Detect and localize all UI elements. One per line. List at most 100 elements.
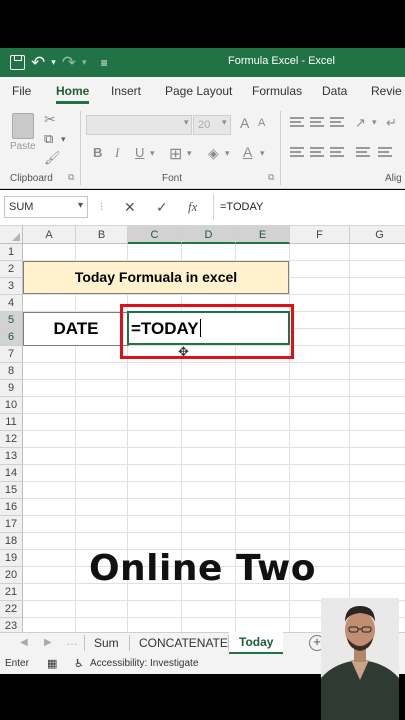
align-top-icon[interactable] (290, 117, 304, 127)
format-painter-icon[interactable]: 🖌 (44, 150, 61, 166)
enter-formula-icon[interactable]: ✓ (156, 199, 168, 216)
macro-record-icon[interactable]: ▦ (47, 657, 57, 670)
bold-button[interactable]: B (93, 145, 102, 160)
font-name-dropdown-icon[interactable]: ▾ (184, 117, 189, 128)
row-header[interactable]: 22 (0, 601, 23, 618)
date-label-cell[interactable]: DATE (23, 312, 129, 346)
row-header[interactable]: 10 (0, 397, 23, 414)
row-header[interactable]: 9 (0, 380, 23, 397)
font-group-label: Font (162, 173, 183, 184)
redo-icon[interactable]: ↷ (62, 53, 76, 73)
font-color-icon[interactable]: A (243, 144, 252, 160)
fill-color-dropdown-icon[interactable]: ▾ (225, 148, 230, 159)
title-cell[interactable]: Today Formuala in excel (23, 261, 289, 294)
column-header-b[interactable]: B (76, 226, 128, 244)
quick-access-toolbar: ↶ ▾ ↷ ▾ ≡ (0, 53, 108, 73)
formula-input[interactable]: =TODAY (220, 201, 263, 213)
row-header[interactable]: 16 (0, 499, 23, 516)
increase-indent-icon[interactable] (378, 147, 392, 157)
clipboard-launcher-icon[interactable]: ⧉ (68, 172, 74, 183)
tab-home[interactable]: Home (56, 84, 90, 104)
copy-icon[interactable]: ⧉ (44, 131, 53, 147)
row-header[interactable]: 14 (0, 465, 23, 482)
undo-dropdown-icon[interactable]: ▾ (51, 57, 56, 68)
cancel-formula-icon[interactable]: ✕ (124, 199, 136, 216)
font-launcher-icon[interactable]: ⧉ (268, 172, 274, 183)
formula-bar: SUM ▾ ⋮ ✕ ✓ fx =TODAY (0, 190, 405, 226)
underline-button[interactable]: U (135, 145, 144, 160)
row-header[interactable]: 1 (0, 244, 23, 261)
font-size-dropdown-icon[interactable]: ▾ (222, 117, 227, 128)
decrease-indent-icon[interactable] (356, 147, 370, 157)
orientation-icon[interactable]: ↗ (355, 115, 366, 131)
formula-bar-handle-icon[interactable]: ⋮ (97, 201, 106, 212)
row-header[interactable]: 15 (0, 482, 23, 499)
tab-file[interactable]: File (12, 84, 31, 98)
name-box[interactable]: SUM ▾ (4, 196, 88, 218)
italic-button[interactable]: I (115, 145, 119, 161)
row-header[interactable]: 12 (0, 431, 23, 448)
paste-icon[interactable] (12, 113, 34, 139)
align-left-icon[interactable] (290, 147, 304, 157)
cut-icon[interactable]: ✂ (44, 111, 56, 128)
select-all-button[interactable] (0, 226, 23, 244)
row-header[interactable]: 8 (0, 363, 23, 380)
row-header[interactable]: 23 (0, 618, 23, 632)
row-header[interactable]: 6 (0, 329, 23, 346)
orientation-dropdown-icon[interactable]: ▾ (372, 117, 377, 128)
tab-data[interactable]: Data (322, 84, 347, 98)
sheet-tab-sum[interactable]: Sum (94, 636, 119, 650)
undo-icon[interactable]: ↶ (31, 53, 45, 73)
gridline (23, 532, 405, 533)
tab-formulas[interactable]: Formulas (252, 84, 302, 98)
accessibility-icon[interactable]: ♿ (74, 657, 84, 670)
redo-dropdown-icon[interactable]: ▾ (82, 57, 87, 68)
align-center-icon[interactable] (310, 147, 324, 157)
align-bottom-icon[interactable] (330, 117, 344, 127)
row-header[interactable]: 2 (0, 261, 23, 278)
column-header-g[interactable]: G (350, 226, 405, 244)
column-header-e[interactable]: E (236, 226, 290, 244)
font-name-select[interactable] (86, 115, 192, 135)
next-sheet-icon[interactable]: ▶ (44, 637, 52, 648)
insert-function-icon[interactable]: fx (188, 199, 197, 215)
font-color-dropdown-icon[interactable]: ▾ (260, 148, 265, 159)
shrink-font-icon[interactable]: A (258, 117, 265, 129)
gridline (23, 481, 405, 482)
column-header-c[interactable]: C (128, 226, 182, 244)
borders-icon[interactable]: ⊞ (169, 144, 182, 164)
align-right-icon[interactable] (330, 147, 344, 157)
tab-insert[interactable]: Insert (111, 84, 141, 98)
fill-color-icon[interactable]: ◈ (208, 145, 219, 162)
grow-font-icon[interactable]: A (240, 115, 249, 131)
gridline (23, 464, 405, 465)
prev-sheet-icon[interactable]: ◀ (20, 637, 28, 648)
copy-dropdown-icon[interactable]: ▾ (61, 134, 66, 145)
tab-page-layout[interactable]: Page Layout (165, 84, 232, 98)
borders-dropdown-icon[interactable]: ▾ (187, 148, 192, 159)
align-middle-icon[interactable] (310, 117, 324, 127)
accessibility-status[interactable]: Accessibility: Investigate (90, 658, 198, 669)
row-header[interactable]: 13 (0, 448, 23, 465)
row-header[interactable]: 7 (0, 346, 23, 363)
column-header-d[interactable]: D (182, 226, 236, 244)
save-icon[interactable] (10, 55, 25, 70)
column-header-f[interactable]: F (290, 226, 350, 244)
customize-toolbar-icon[interactable]: ≡ (101, 56, 108, 70)
row-header[interactable]: 11 (0, 414, 23, 431)
name-box-dropdown-icon[interactable]: ▾ (78, 200, 83, 211)
highlight-box (120, 304, 294, 359)
sheet-tab-concatenate[interactable]: CONCATENATE (139, 636, 228, 650)
wrap-text-icon[interactable]: ↵ (386, 115, 397, 131)
underline-dropdown-icon[interactable]: ▾ (150, 148, 155, 159)
ribbon-tabs: File Home Insert Page Layout Formulas Da… (0, 77, 405, 105)
sheet-tab-today[interactable]: Today (229, 632, 284, 655)
row-header[interactable]: 4 (0, 295, 23, 312)
row-header[interactable]: 17 (0, 516, 23, 533)
column-header-a[interactable]: A (23, 226, 76, 244)
row-header[interactable]: 5 (0, 312, 23, 329)
tab-review[interactable]: Revie (371, 84, 402, 98)
row-header[interactable]: 3 (0, 278, 23, 295)
paste-button-label[interactable]: Paste (10, 141, 36, 152)
more-sheets-icon[interactable]: … (66, 634, 78, 648)
